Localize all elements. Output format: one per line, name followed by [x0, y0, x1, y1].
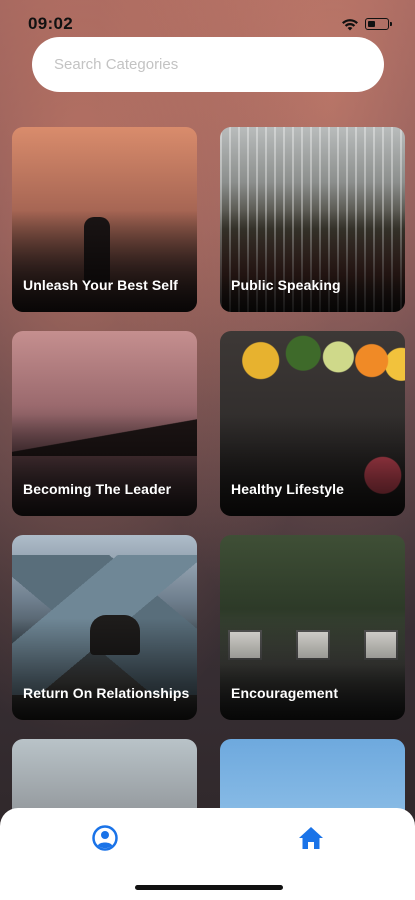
category-label: Healthy Lifestyle	[231, 481, 344, 497]
wifi-icon	[342, 18, 358, 30]
user-circle-icon	[92, 825, 118, 851]
category-card-encouragement[interactable]: Encouragement	[220, 535, 405, 720]
search-input[interactable]	[32, 37, 384, 92]
category-card-becoming-the-leader[interactable]: Becoming The Leader	[12, 331, 197, 516]
home-indicator	[135, 885, 283, 890]
status-time: 09:02	[28, 14, 73, 33]
category-label: Encouragement	[231, 685, 339, 701]
category-label: Public Speaking	[231, 277, 341, 293]
category-card-public-speaking[interactable]: Public Speaking	[220, 127, 405, 312]
category-label: Unleash Your Best Self	[23, 277, 178, 293]
category-label: Return On Relationships	[23, 685, 190, 701]
status-icons	[341, 18, 392, 31]
battery-icon	[365, 18, 392, 30]
category-card-return-on-relationships[interactable]: Return On Relationships	[12, 535, 197, 720]
home-tab[interactable]	[297, 824, 325, 852]
category-label: Becoming The Leader	[23, 481, 172, 497]
profile-tab[interactable]	[91, 824, 119, 852]
category-card-unleash-your-best-self[interactable]: Unleash Your Best Self	[12, 127, 197, 312]
category-card-healthy-lifestyle[interactable]: Healthy Lifestyle	[220, 331, 405, 516]
category-grid: Unleash Your Best Self Public Speaking B…	[12, 127, 405, 900]
home-icon	[299, 827, 323, 849]
